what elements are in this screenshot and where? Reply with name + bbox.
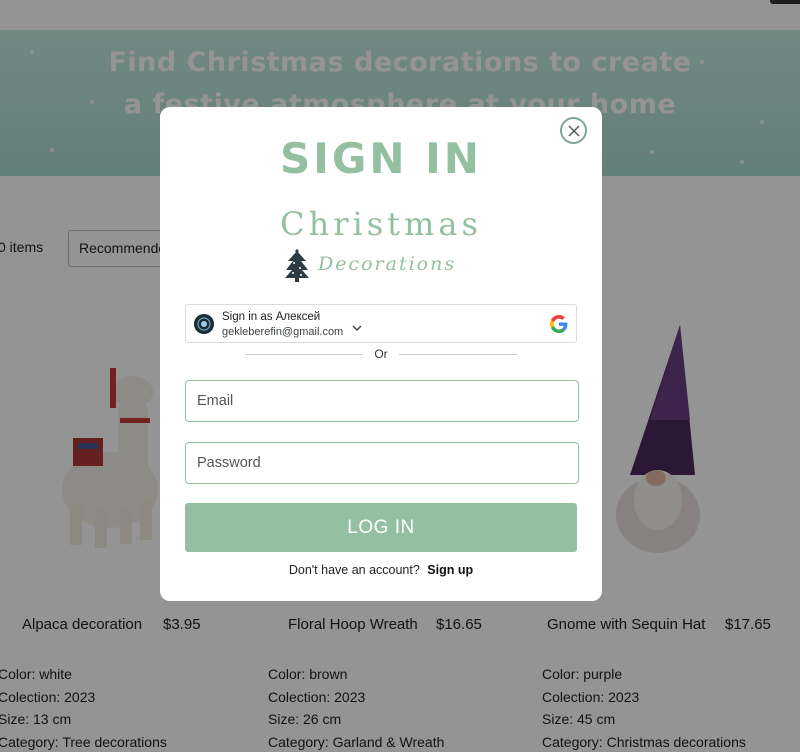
google-account-email: gekleberefin@gmail.com <box>222 326 344 338</box>
divider-left <box>245 354 363 355</box>
avatar <box>194 314 214 334</box>
logo-word-decorations: Decorations <box>318 253 457 275</box>
google-sign-in-button[interactable]: Sign in as Алексей gekleberefin@gmail.co… <box>185 304 577 343</box>
email-field[interactable] <box>185 380 579 422</box>
modal-title: SIGN IN <box>280 134 482 183</box>
tree-icon <box>285 249 309 282</box>
divider-right <box>399 354 517 355</box>
divider-or: Or <box>374 347 388 361</box>
login-button[interactable]: LOG IN <box>185 503 577 552</box>
brand-logo: Christmas Decorations <box>270 205 492 287</box>
logo-word-christmas: Christmas <box>280 205 482 243</box>
signup-link[interactable]: Sign up <box>427 563 473 577</box>
sign-in-modal: SIGN IN Christmas Decorations Sign in as… <box>160 107 602 601</box>
signup-row: Don't have an account? Sign up <box>160 563 602 577</box>
password-field[interactable] <box>185 442 579 484</box>
signup-prompt: Don't have an account? <box>288 563 420 577</box>
google-icon <box>550 315 568 333</box>
google-account-name: Sign in as Алексей <box>222 311 321 323</box>
chevron-down-icon[interactable] <box>352 325 362 331</box>
